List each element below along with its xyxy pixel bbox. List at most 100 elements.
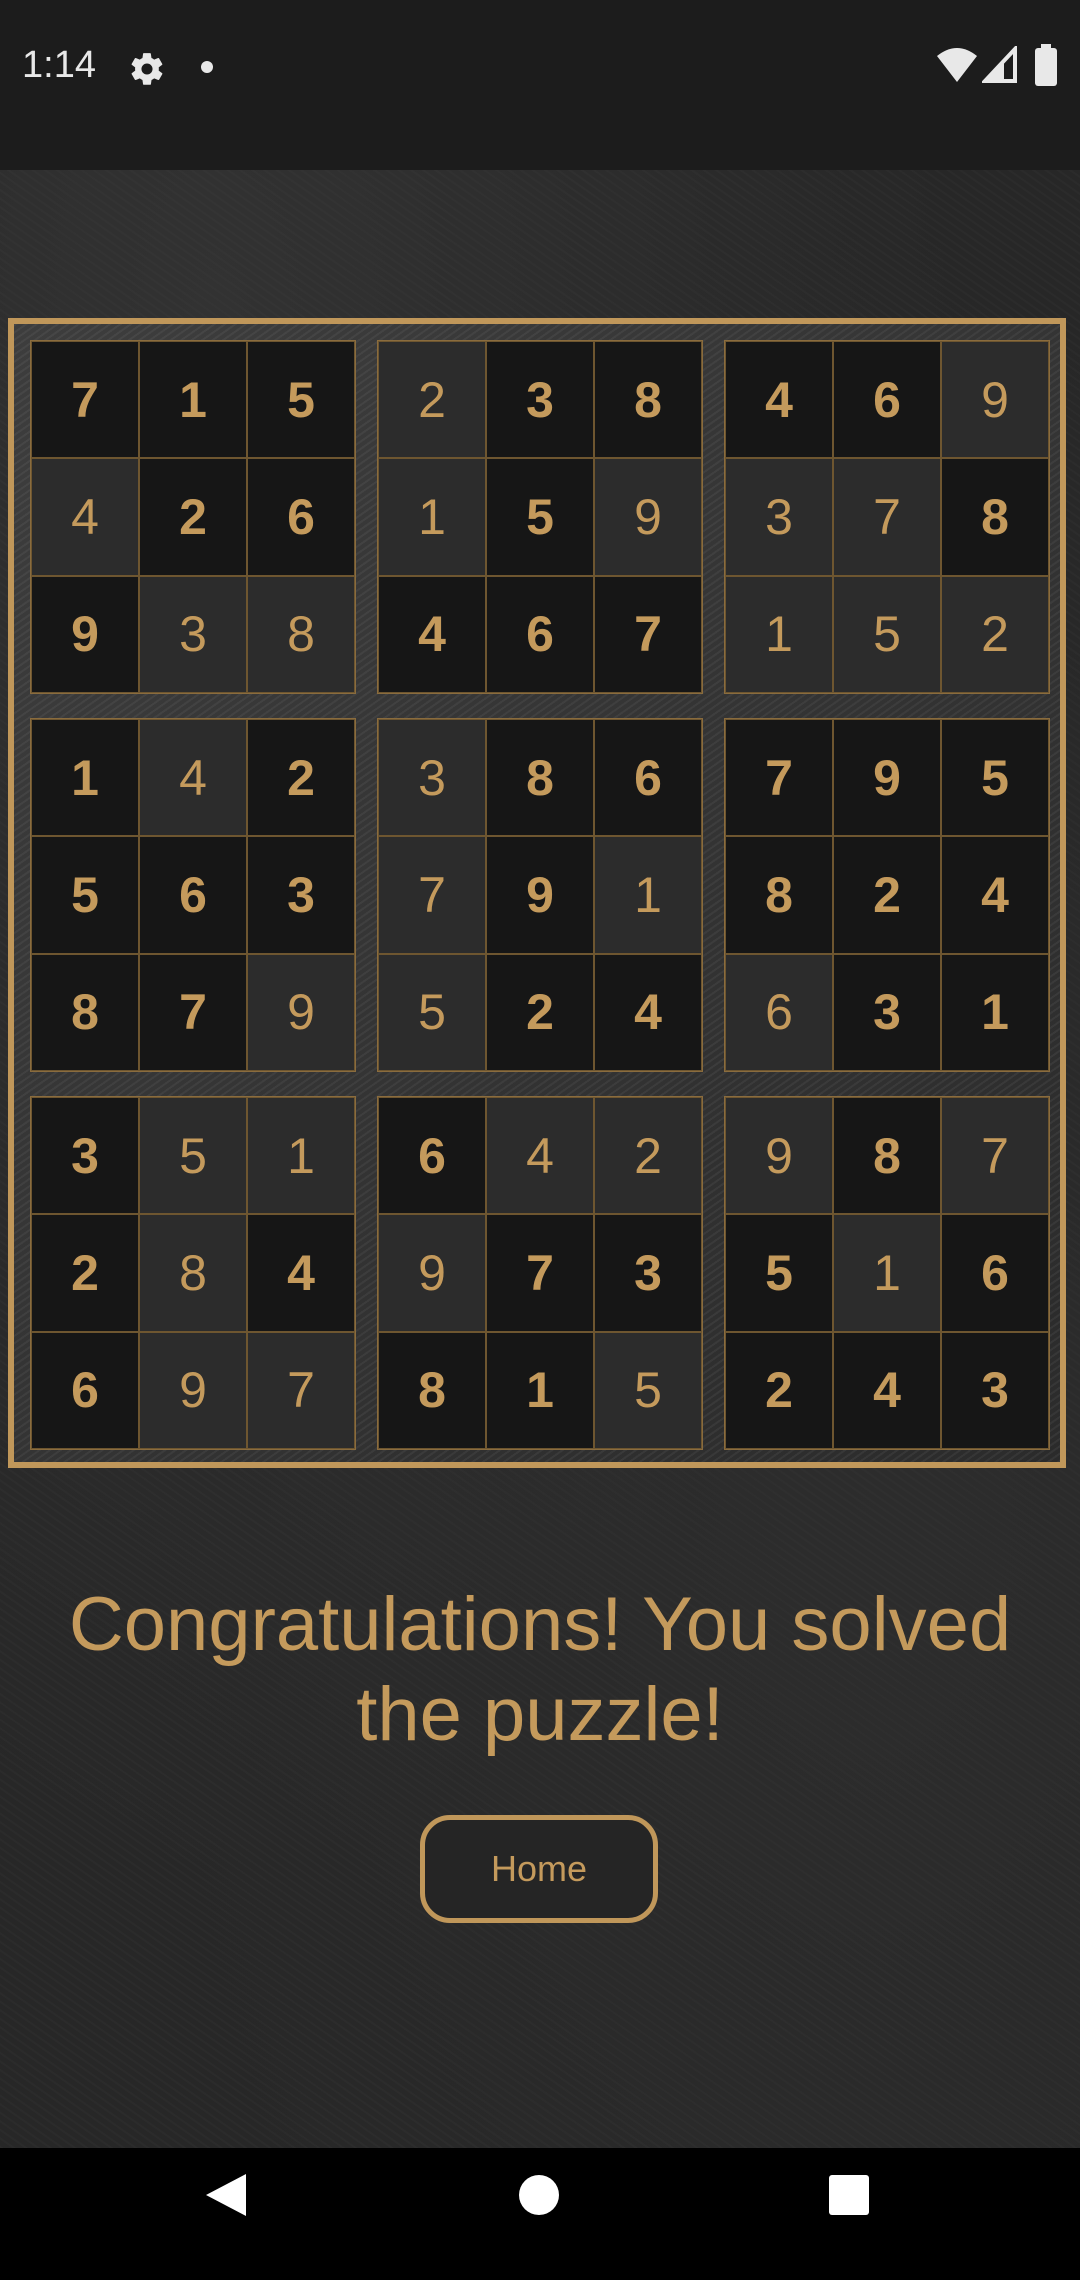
sudoku-cell[interactable]: 1 <box>31 719 139 837</box>
sudoku-cell[interactable]: 4 <box>378 575 486 693</box>
sudoku-cell[interactable]: 7 <box>247 1331 355 1449</box>
sudoku-cell[interactable]: 9 <box>594 458 702 576</box>
sudoku-cell[interactable]: 6 <box>941 1214 1049 1332</box>
sudoku-cell[interactable]: 3 <box>31 1097 139 1215</box>
sudoku-cell[interactable]: 2 <box>725 1331 833 1449</box>
sudoku-cell[interactable]: 1 <box>486 1331 594 1449</box>
sudoku-box: 715426938 <box>30 340 356 694</box>
sudoku-cell[interactable]: 8 <box>247 575 355 693</box>
sudoku-cell[interactable]: 7 <box>833 458 941 576</box>
sudoku-cell[interactable]: 6 <box>139 836 247 954</box>
sudoku-cell[interactable]: 1 <box>247 1097 355 1215</box>
sudoku-cell[interactable]: 3 <box>139 575 247 693</box>
sudoku-cell[interactable]: 8 <box>725 836 833 954</box>
sudoku-box: 142563879 <box>30 718 356 1072</box>
sudoku-cell[interactable]: 4 <box>833 1331 941 1449</box>
sudoku-cell[interactable]: 5 <box>833 575 941 693</box>
recents-icon[interactable] <box>828 2174 870 2216</box>
sudoku-cell[interactable]: 6 <box>594 719 702 837</box>
sudoku-cell[interactable]: 9 <box>247 953 355 1071</box>
sudoku-cell[interactable]: 8 <box>31 953 139 1071</box>
sudoku-cell[interactable]: 7 <box>378 836 486 954</box>
sudoku-cell[interactable]: 1 <box>941 953 1049 1071</box>
sudoku-cell[interactable]: 6 <box>31 1331 139 1449</box>
sudoku-cell[interactable]: 2 <box>941 575 1049 693</box>
sudoku-cell[interactable]: 2 <box>247 719 355 837</box>
back-icon[interactable] <box>204 2172 248 2218</box>
sudoku-cell[interactable]: 6 <box>833 341 941 459</box>
sudoku-cell[interactable]: 9 <box>378 1214 486 1332</box>
sudoku-cell[interactable]: 7 <box>31 341 139 459</box>
sudoku-cell[interactable]: 2 <box>378 341 486 459</box>
navigation-bar <box>0 2148 1080 2280</box>
sudoku-box: 987516243 <box>724 1096 1050 1450</box>
sudoku-cell[interactable]: 6 <box>725 953 833 1071</box>
sudoku-cell[interactable]: 4 <box>139 719 247 837</box>
status-bar: 1:14 <box>0 0 1080 170</box>
sudoku-cell[interactable]: 1 <box>725 575 833 693</box>
wifi-icon <box>937 48 977 82</box>
sudoku-board: 7154269382381594674693781521425638793867… <box>30 340 1050 1450</box>
sudoku-cell[interactable]: 3 <box>941 1331 1049 1449</box>
congratulations-message: Congratulations! You solved the puzzle! <box>68 1582 1012 1757</box>
home-nav-icon[interactable] <box>518 2174 560 2216</box>
sudoku-cell[interactable]: 2 <box>486 953 594 1071</box>
sudoku-cell[interactable]: 9 <box>833 719 941 837</box>
sudoku-cell[interactable]: 7 <box>139 953 247 1071</box>
status-time: 1:14 <box>22 44 96 86</box>
sudoku-cell[interactable]: 1 <box>139 341 247 459</box>
sudoku-cell[interactable]: 8 <box>833 1097 941 1215</box>
sudoku-cell[interactable]: 3 <box>594 1214 702 1332</box>
notification-dot-icon <box>201 61 213 73</box>
battery-icon <box>1035 44 1057 86</box>
sudoku-cell[interactable]: 4 <box>247 1214 355 1332</box>
sudoku-cell[interactable]: 3 <box>247 836 355 954</box>
sudoku-cell[interactable]: 2 <box>139 458 247 576</box>
sudoku-cell[interactable]: 4 <box>486 1097 594 1215</box>
sudoku-cell[interactable]: 4 <box>725 341 833 459</box>
sudoku-cell[interactable]: 9 <box>486 836 594 954</box>
sudoku-cell[interactable]: 8 <box>486 719 594 837</box>
sudoku-cell[interactable]: 9 <box>31 575 139 693</box>
sudoku-cell[interactable]: 3 <box>378 719 486 837</box>
sudoku-cell[interactable]: 4 <box>594 953 702 1071</box>
sudoku-cell[interactable]: 9 <box>725 1097 833 1215</box>
sudoku-box: 351284697 <box>30 1096 356 1450</box>
sudoku-cell[interactable]: 3 <box>833 953 941 1071</box>
sudoku-cell[interactable]: 6 <box>378 1097 486 1215</box>
sudoku-cell[interactable]: 3 <box>725 458 833 576</box>
sudoku-box: 386791524 <box>377 718 703 1072</box>
home-button[interactable]: Home <box>420 1815 658 1923</box>
sudoku-cell[interactable]: 6 <box>247 458 355 576</box>
sudoku-cell[interactable]: 5 <box>378 953 486 1071</box>
sudoku-cell[interactable]: 1 <box>378 458 486 576</box>
sudoku-cell[interactable]: 2 <box>31 1214 139 1332</box>
sudoku-cell[interactable]: 5 <box>247 341 355 459</box>
sudoku-cell[interactable]: 8 <box>378 1331 486 1449</box>
sudoku-cell[interactable]: 4 <box>31 458 139 576</box>
sudoku-cell[interactable]: 9 <box>941 341 1049 459</box>
sudoku-cell[interactable]: 8 <box>941 458 1049 576</box>
sudoku-cell[interactable]: 2 <box>833 836 941 954</box>
sudoku-cell[interactable]: 8 <box>594 341 702 459</box>
sudoku-cell[interactable]: 5 <box>139 1097 247 1215</box>
sudoku-cell[interactable]: 7 <box>725 719 833 837</box>
sudoku-cell[interactable]: 5 <box>725 1214 833 1332</box>
sudoku-cell[interactable]: 5 <box>486 458 594 576</box>
sudoku-cell[interactable]: 1 <box>594 836 702 954</box>
sudoku-cell[interactable]: 5 <box>941 719 1049 837</box>
sudoku-cell[interactable]: 3 <box>486 341 594 459</box>
sudoku-box: 238159467 <box>377 340 703 694</box>
sudoku-cell[interactable]: 5 <box>31 836 139 954</box>
sudoku-cell[interactable]: 7 <box>594 575 702 693</box>
sudoku-cell[interactable]: 8 <box>139 1214 247 1332</box>
sudoku-box: 642973815 <box>377 1096 703 1450</box>
sudoku-cell[interactable]: 1 <box>833 1214 941 1332</box>
sudoku-cell[interactable]: 6 <box>486 575 594 693</box>
sudoku-cell[interactable]: 7 <box>941 1097 1049 1215</box>
sudoku-cell[interactable]: 5 <box>594 1331 702 1449</box>
sudoku-cell[interactable]: 2 <box>594 1097 702 1215</box>
sudoku-cell[interactable]: 9 <box>139 1331 247 1449</box>
sudoku-cell[interactable]: 7 <box>486 1214 594 1332</box>
sudoku-cell[interactable]: 4 <box>941 836 1049 954</box>
